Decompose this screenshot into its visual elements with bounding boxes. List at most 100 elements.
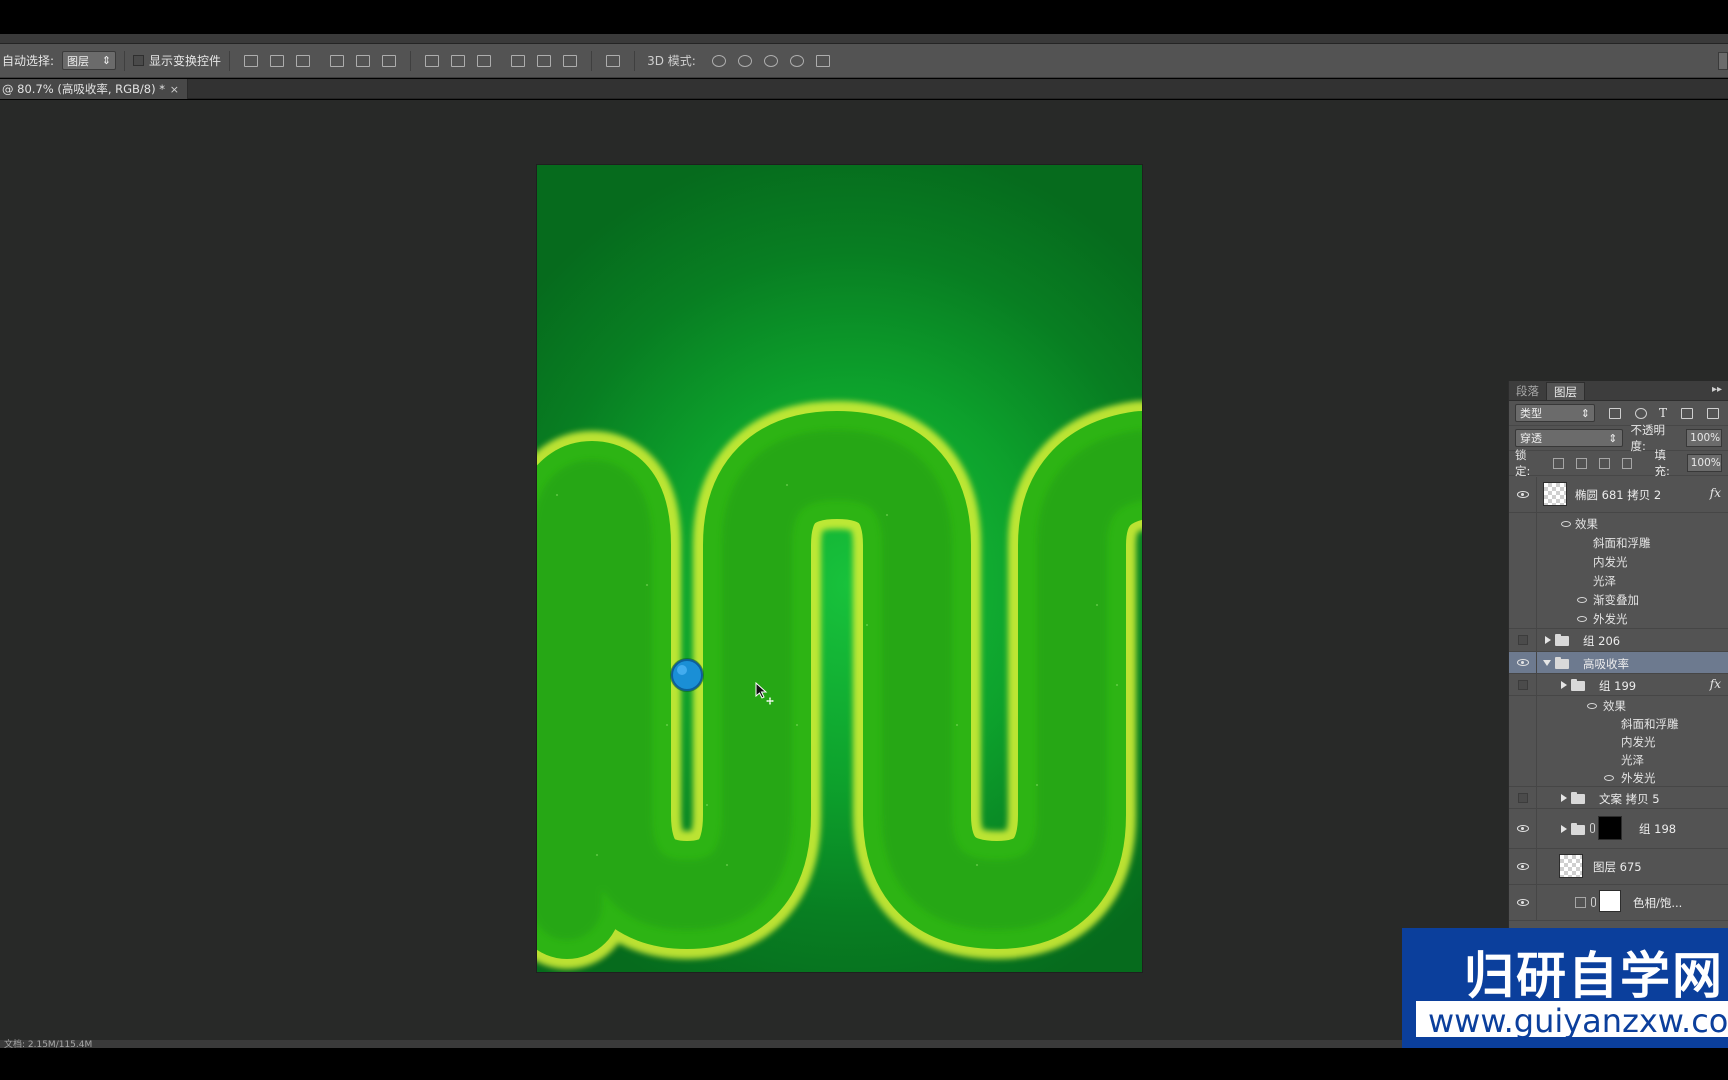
visibility-toggle[interactable]: [1509, 849, 1537, 884]
visibility-toggle[interactable]: [1509, 809, 1537, 848]
opacity-input[interactable]: 100%: [1686, 429, 1722, 447]
effect-bevel-emboss[interactable]: 斜面和浮雕: [1593, 535, 1651, 551]
distribute-right-icon[interactable]: [563, 54, 578, 67]
filter-adjustment-icon[interactable]: [1635, 407, 1647, 419]
visibility-toggle[interactable]: [1509, 477, 1537, 512]
eye-icon[interactable]: [1587, 703, 1597, 709]
effect-gradient-overlay[interactable]: 渐变叠加: [1593, 592, 1639, 608]
layer-row-selected[interactable]: 高吸收率: [1509, 652, 1728, 674]
expand-caret-icon[interactable]: [1561, 794, 1567, 802]
orbit-3d-icon[interactable]: [711, 54, 726, 67]
checkbox-icon[interactable]: [133, 55, 145, 66]
lock-all-icon[interactable]: [1621, 457, 1633, 469]
panel-expand-icon[interactable]: ▸▸: [1712, 384, 1722, 395]
fx-icon[interactable]: fx: [1710, 486, 1721, 500]
layer-row[interactable]: 组 206: [1509, 629, 1728, 652]
layer-name[interactable]: 文案 拷贝 5: [1599, 791, 1660, 807]
eye-icon[interactable]: [1577, 597, 1587, 603]
effect-outer-glow[interactable]: 外发光: [1593, 611, 1628, 627]
filter-smart-object-icon[interactable]: [1707, 407, 1720, 419]
expand-caret-icon[interactable]: [1561, 825, 1567, 833]
visibility-toggle[interactable]: [1509, 652, 1537, 673]
align-bottom-icon[interactable]: [296, 54, 311, 67]
filter-shape-icon[interactable]: [1681, 407, 1694, 419]
auto-select-dropdown[interactable]: 图层 ⇕: [62, 51, 117, 70]
filter-type-dropdown[interactable]: 类型 ⇕: [1515, 404, 1595, 422]
effect-satin[interactable]: 光泽: [1621, 752, 1644, 768]
layer-name[interactable]: 组 199: [1599, 678, 1636, 694]
roll-3d-icon[interactable]: [737, 54, 752, 67]
folder-icon: [1555, 634, 1569, 646]
eye-icon[interactable]: [1516, 659, 1529, 666]
distribute-left-icon[interactable]: [511, 54, 526, 67]
blend-mode-dropdown[interactable]: 穿透 ⇕: [1515, 429, 1623, 447]
filter-pixel-icon[interactable]: [1609, 407, 1621, 419]
show-transform-controls-toggle[interactable]: 显示变换控件: [133, 52, 221, 69]
layer-row[interactable]: 色相/饱...: [1509, 885, 1728, 921]
visibility-toggle[interactable]: [1509, 787, 1537, 808]
lock-transparency-icon[interactable]: [1553, 457, 1565, 469]
distribute-hcenter-icon[interactable]: [537, 54, 552, 67]
expand-caret-icon[interactable]: [1545, 636, 1551, 644]
distribute-bottom-icon[interactable]: [477, 54, 492, 67]
layers-panel: 段落 图层 ▸▸ 类型 ⇕ T 穿透 ⇕ 不透明度: 100% 锁定: 填充: …: [1508, 381, 1728, 941]
artwork: [537, 401, 1142, 969]
align-right-icon[interactable]: [382, 54, 397, 67]
scale-3d-icon[interactable]: [815, 54, 830, 67]
layer-row[interactable]: 文案 拷贝 5: [1509, 787, 1728, 809]
layer-row[interactable]: 椭圆 681 拷贝 2 fx: [1509, 477, 1728, 513]
collapse-caret-icon[interactable]: [1543, 660, 1551, 666]
align-top-icon[interactable]: [244, 54, 259, 67]
layer-name[interactable]: 高吸收率: [1583, 656, 1629, 672]
effect-inner-glow[interactable]: 内发光: [1593, 554, 1628, 570]
layer-name[interactable]: 椭圆 681 拷贝 2: [1575, 487, 1661, 503]
effect-bevel-emboss[interactable]: 斜面和浮雕: [1621, 716, 1679, 732]
hidden-box-icon[interactable]: [1517, 792, 1528, 803]
close-icon[interactable]: ×: [170, 83, 179, 96]
eye-icon[interactable]: [1604, 775, 1614, 781]
layer-row[interactable]: 组 199 fx: [1509, 674, 1728, 696]
align-left-icon[interactable]: [330, 54, 345, 67]
layer-name[interactable]: 图层 675: [1593, 859, 1642, 875]
align-vcenter-icon[interactable]: [270, 54, 285, 67]
auto-align-icon[interactable]: [606, 54, 621, 67]
align-hcenter-icon[interactable]: [356, 54, 371, 67]
visibility-toggle[interactable]: [1509, 674, 1537, 695]
visibility-toggle[interactable]: [1509, 629, 1537, 651]
workspace-switcher[interactable]: [1718, 52, 1728, 70]
tab-paragraph[interactable]: 段落: [1509, 382, 1546, 400]
blue-ball[interactable]: [671, 659, 703, 691]
slide-3d-icon[interactable]: [789, 54, 804, 67]
lock-pixels-icon[interactable]: [1576, 457, 1587, 469]
tab-layers[interactable]: 图层: [1546, 382, 1585, 400]
layer-row[interactable]: 组 198: [1509, 809, 1728, 849]
pan-3d-icon[interactable]: [763, 54, 778, 67]
visibility-toggle[interactable]: [1509, 885, 1537, 920]
document-canvas[interactable]: [537, 165, 1142, 972]
eye-icon[interactable]: [1577, 616, 1587, 622]
layer-row[interactable]: 图层 675: [1509, 849, 1728, 885]
effect-inner-glow[interactable]: 内发光: [1621, 734, 1656, 750]
effect-outer-glow[interactable]: 外发光: [1621, 770, 1656, 786]
document-tab[interactable]: @ 80.7% (高吸收率, RGB/8) * ×: [0, 79, 188, 99]
eye-icon[interactable]: [1561, 521, 1571, 527]
filter-text-icon[interactable]: T: [1659, 406, 1667, 420]
distribute-top-icon[interactable]: [425, 54, 440, 67]
lock-position-icon[interactable]: [1598, 457, 1610, 469]
hidden-box-icon[interactable]: [1517, 635, 1528, 645]
hidden-box-icon[interactable]: [1517, 679, 1528, 690]
filter-type-value: 类型: [1520, 407, 1542, 420]
fx-icon[interactable]: fx: [1710, 677, 1721, 691]
eye-icon[interactable]: [1516, 491, 1529, 498]
expand-caret-icon[interactable]: [1561, 681, 1567, 689]
fill-input[interactable]: 100%: [1686, 454, 1723, 472]
eye-icon[interactable]: [1516, 825, 1529, 832]
layer-name[interactable]: 色相/饱...: [1633, 895, 1682, 911]
eye-icon[interactable]: [1516, 899, 1529, 906]
eye-icon[interactable]: [1516, 863, 1529, 870]
effect-satin[interactable]: 光泽: [1593, 573, 1616, 589]
layer-name[interactable]: 组 206: [1583, 633, 1620, 649]
adjustment-layer-icon: [1575, 897, 1586, 908]
distribute-vcenter-icon[interactable]: [451, 54, 466, 67]
layer-name[interactable]: 组 198: [1639, 821, 1676, 837]
